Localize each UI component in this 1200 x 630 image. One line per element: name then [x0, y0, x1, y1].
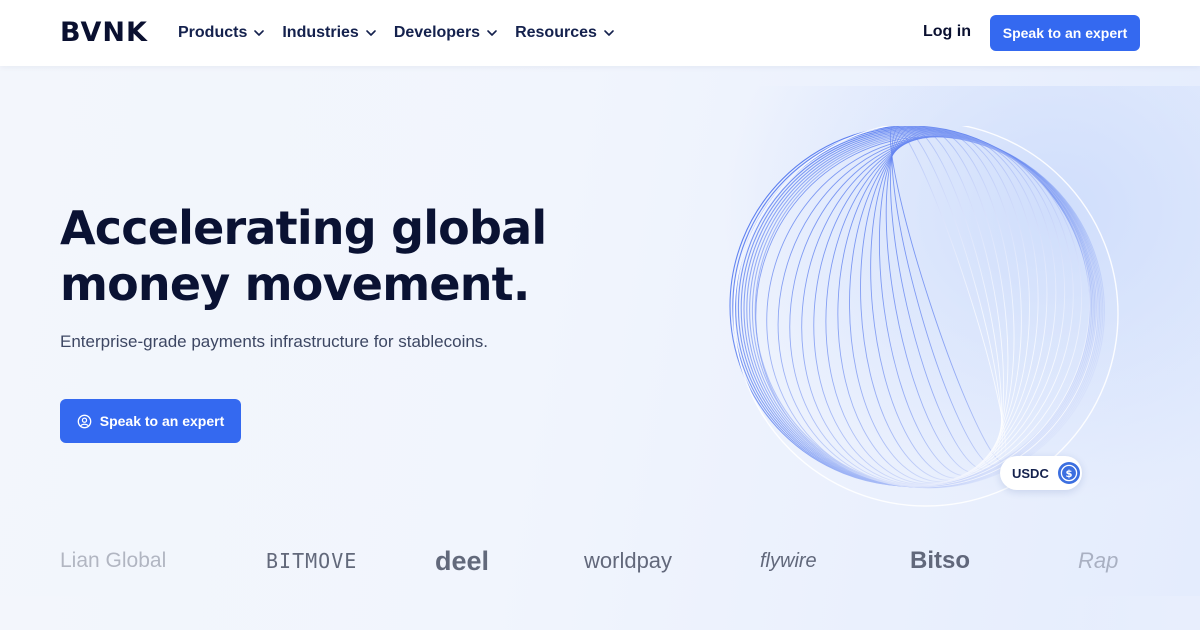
brand-logo-deel: deel [435, 546, 490, 576]
hero-headline: Accelerating global money movement. [60, 200, 580, 312]
nav-item-label: Developers [393, 24, 481, 41]
chevron-down-icon [487, 30, 497, 36]
nav-item-developers[interactable]: Developers [394, 22, 498, 44]
usdc-coin-icon: $ [1057, 462, 1080, 484]
logo-fade-right [1040, 596, 1200, 630]
user-circle-icon [77, 414, 92, 428]
nav-item-label: Resources [515, 24, 597, 41]
partner-logos-strip: Lian Global BITMOVE deel worldpay flywir… [0, 545, 1200, 576]
nav-item-resources[interactable]: Resources [515, 22, 615, 44]
brand-logo-bitso: Bitso [910, 547, 970, 574]
main-nav: Products Industries Developers Resources [178, 22, 632, 44]
hero-cta-label: Speak to an expert [99, 413, 225, 429]
nav-item-products[interactable]: Products [178, 22, 265, 44]
nav-item-label: Products [178, 24, 248, 41]
headline-line-2: money movement. [60, 257, 530, 311]
chevron-down-icon [254, 30, 265, 36]
chevron-down-icon [366, 30, 376, 36]
brand-logo-flywire: flywire [760, 550, 817, 572]
brand-logo-rap: Rap [1078, 548, 1119, 573]
globe-meridian [889, 126, 1007, 462]
logo-fade-left [0, 596, 220, 630]
chevron-down-icon [604, 30, 614, 36]
brand-logo-lian-global: Lian Global [60, 549, 167, 572]
site-header: BVNK Products Industries Developers Reso… [0, 0, 1200, 66]
brand-logo-bitmove: BITMOVE [266, 549, 358, 573]
hero-speak-to-expert-button[interactable]: Speak to an expert [60, 399, 241, 443]
hero-subline: Enterprise-grade payments infrastructure… [60, 332, 489, 351]
nav-item-industries[interactable]: Industries [282, 22, 376, 44]
speak-to-expert-button[interactable]: Speak to an expert [990, 15, 1140, 51]
headline-line-1: Accelerating global [60, 201, 547, 255]
login-link[interactable]: Log in [923, 23, 971, 41]
nav-item-label: Industries [282, 24, 359, 41]
bvnk-logo[interactable]: BVNK [60, 18, 148, 48]
globe-halo [733, 126, 1119, 507]
usdc-badge: USDC $ [1000, 456, 1082, 490]
globe-meridian [870, 127, 1015, 479]
usdc-label: USDC [1012, 465, 1049, 481]
svg-text:$: $ [1065, 469, 1072, 480]
globe-meridian [825, 131, 1048, 485]
brand-logo-worldpay: worldpay [584, 548, 673, 573]
